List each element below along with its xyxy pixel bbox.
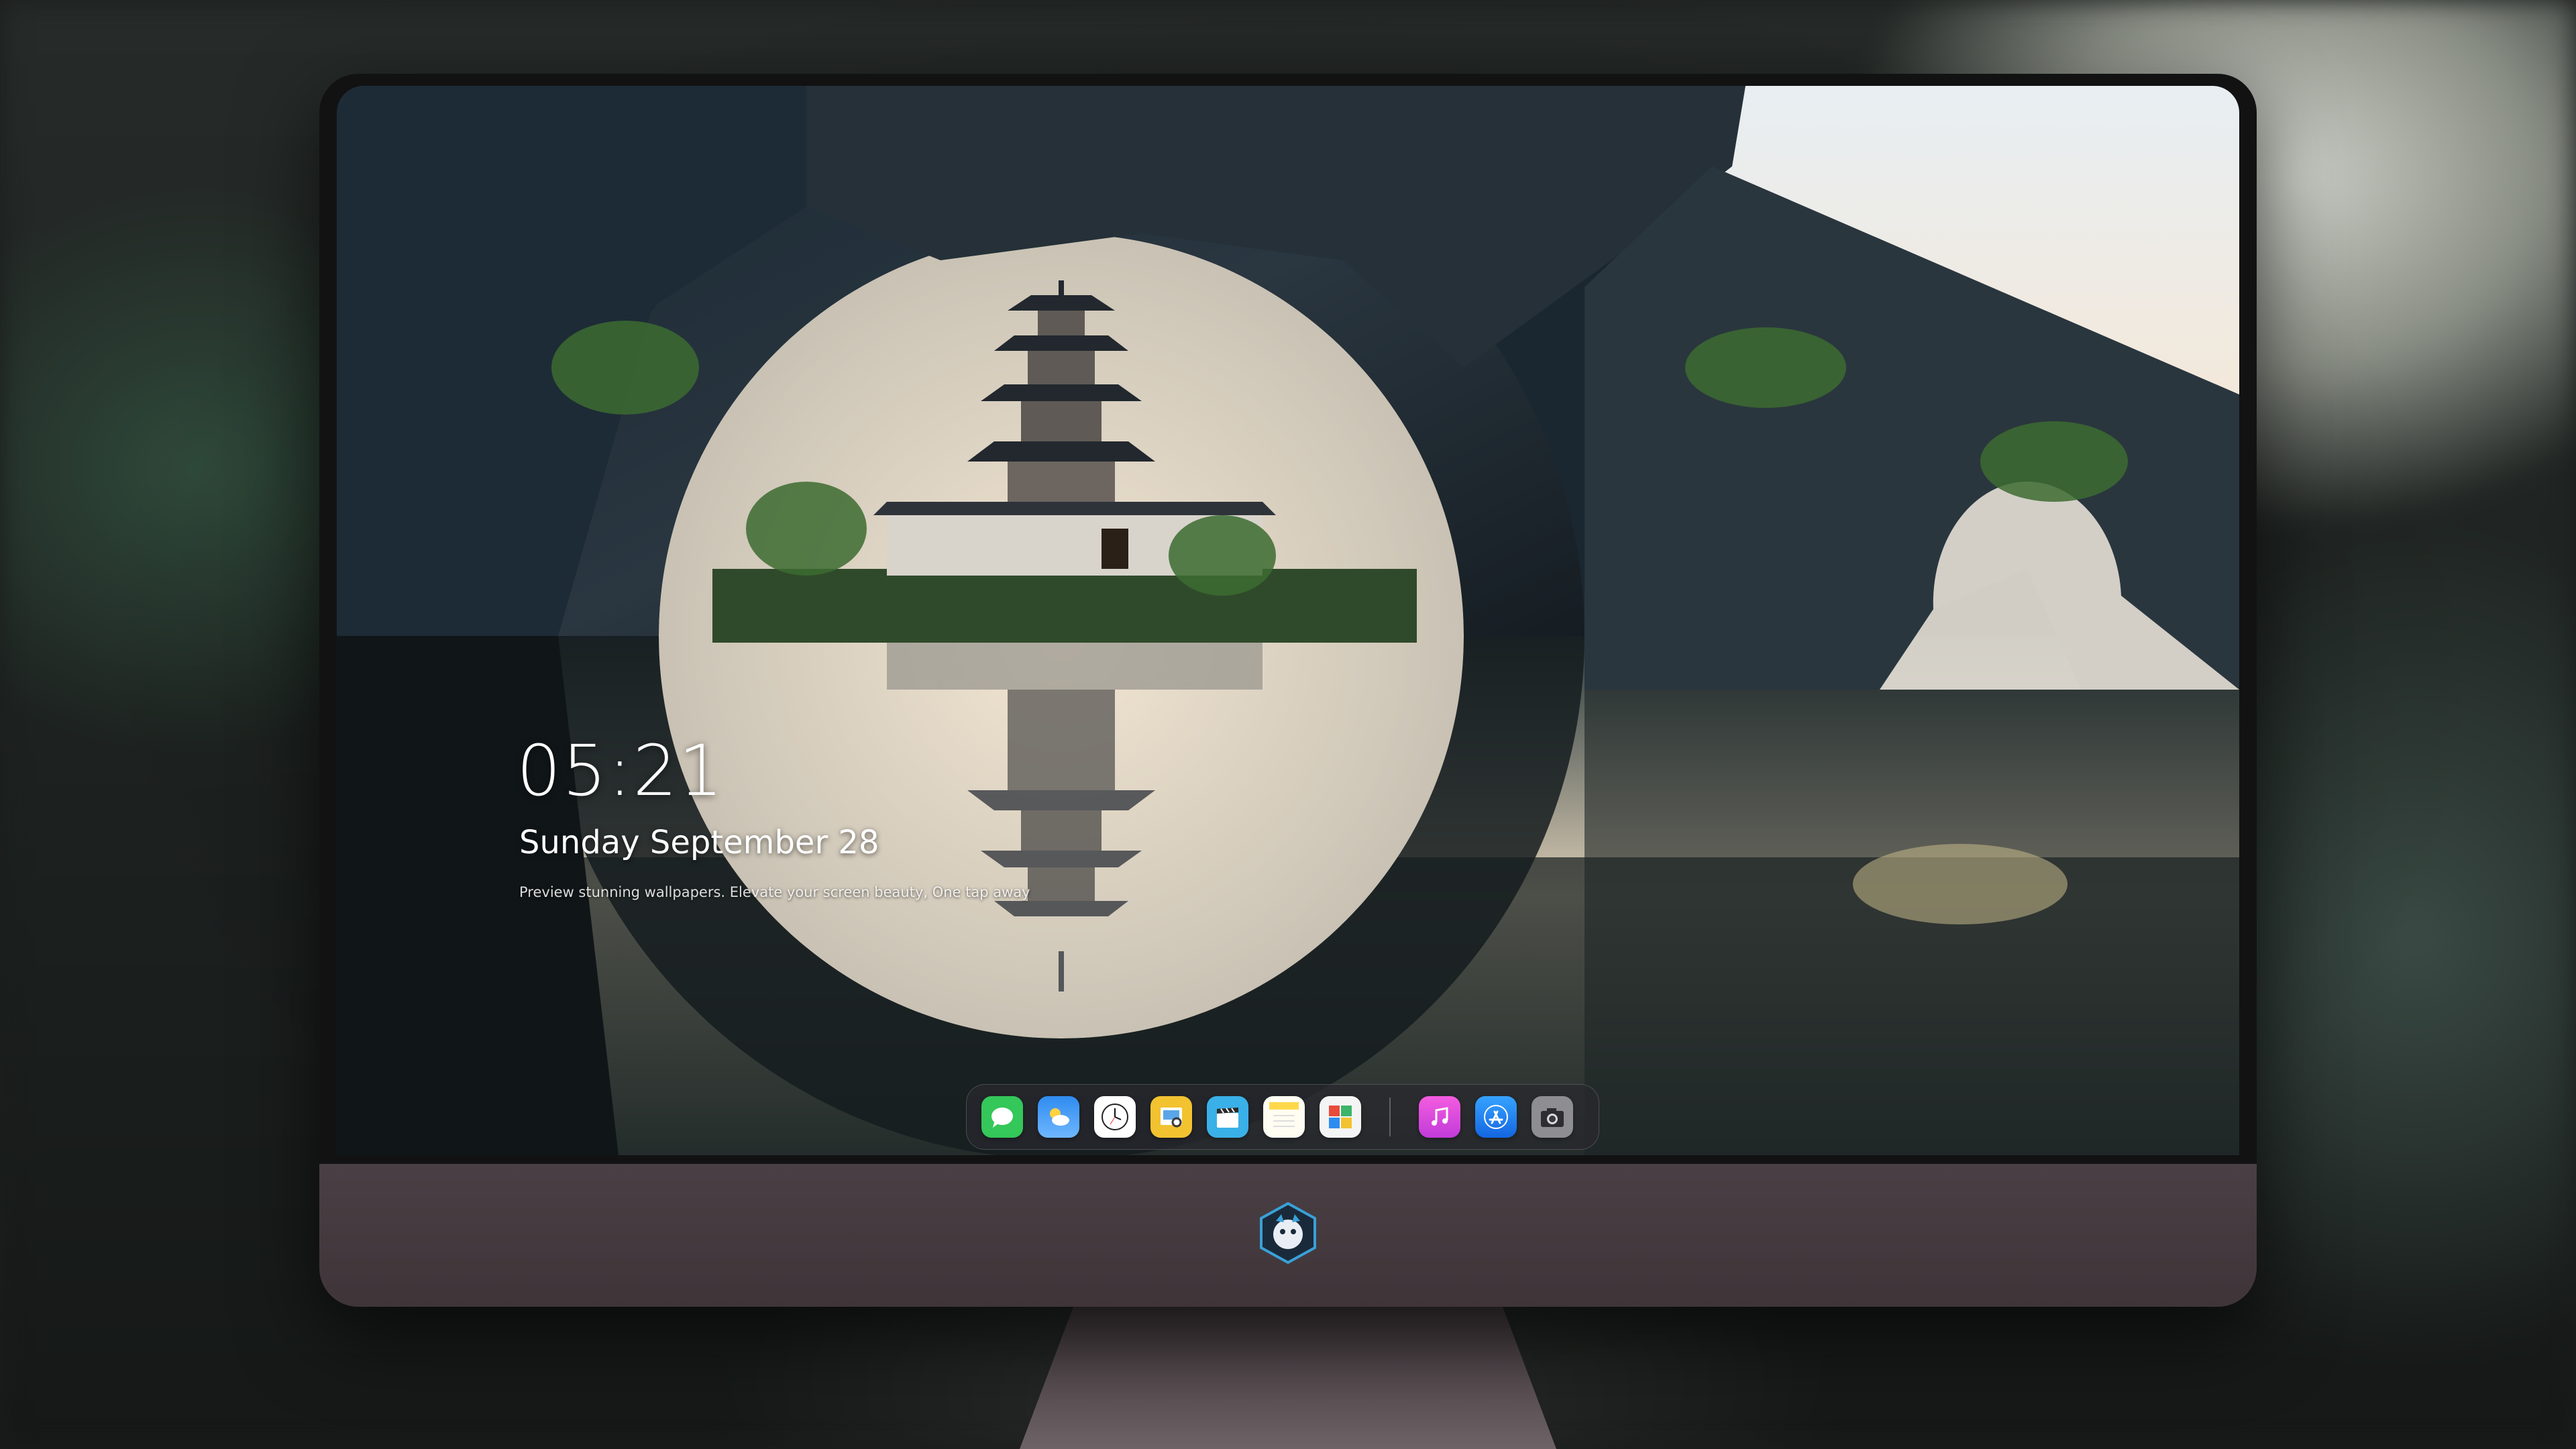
lock-screen-clock: 05:21 xyxy=(517,730,724,812)
camera-icon[interactable] xyxy=(1532,1096,1573,1138)
dock xyxy=(966,1084,1599,1150)
weather-icon[interactable] xyxy=(1038,1096,1079,1138)
clapperboard-icon[interactable] xyxy=(1207,1096,1248,1138)
dragon-mascot-logo xyxy=(1260,1201,1316,1265)
clock-icon[interactable] xyxy=(1094,1096,1136,1138)
photo-booth-icon[interactable] xyxy=(1320,1096,1361,1138)
app-store-icon[interactable] xyxy=(1475,1096,1517,1138)
messages-icon[interactable] xyxy=(981,1096,1023,1138)
music-icon[interactable] xyxy=(1419,1096,1460,1138)
lock-screen-tagline: Preview stunning wallpapers. Elevate you… xyxy=(519,884,1030,900)
monitor-stand xyxy=(1020,1307,1556,1449)
dock-separator xyxy=(1389,1097,1391,1136)
lock-screen: 05:21 Sunday September 28 Preview stunni… xyxy=(337,86,2239,1155)
notes-icon[interactable] xyxy=(1263,1096,1305,1138)
lock-screen-date: Sunday September 28 xyxy=(519,824,879,861)
preview-icon[interactable] xyxy=(1150,1096,1192,1138)
desktop-mockup: 05:21 Sunday September 28 Preview stunni… xyxy=(0,0,2576,1449)
wallpaper-stone-bridge-pagoda xyxy=(337,86,2239,1155)
